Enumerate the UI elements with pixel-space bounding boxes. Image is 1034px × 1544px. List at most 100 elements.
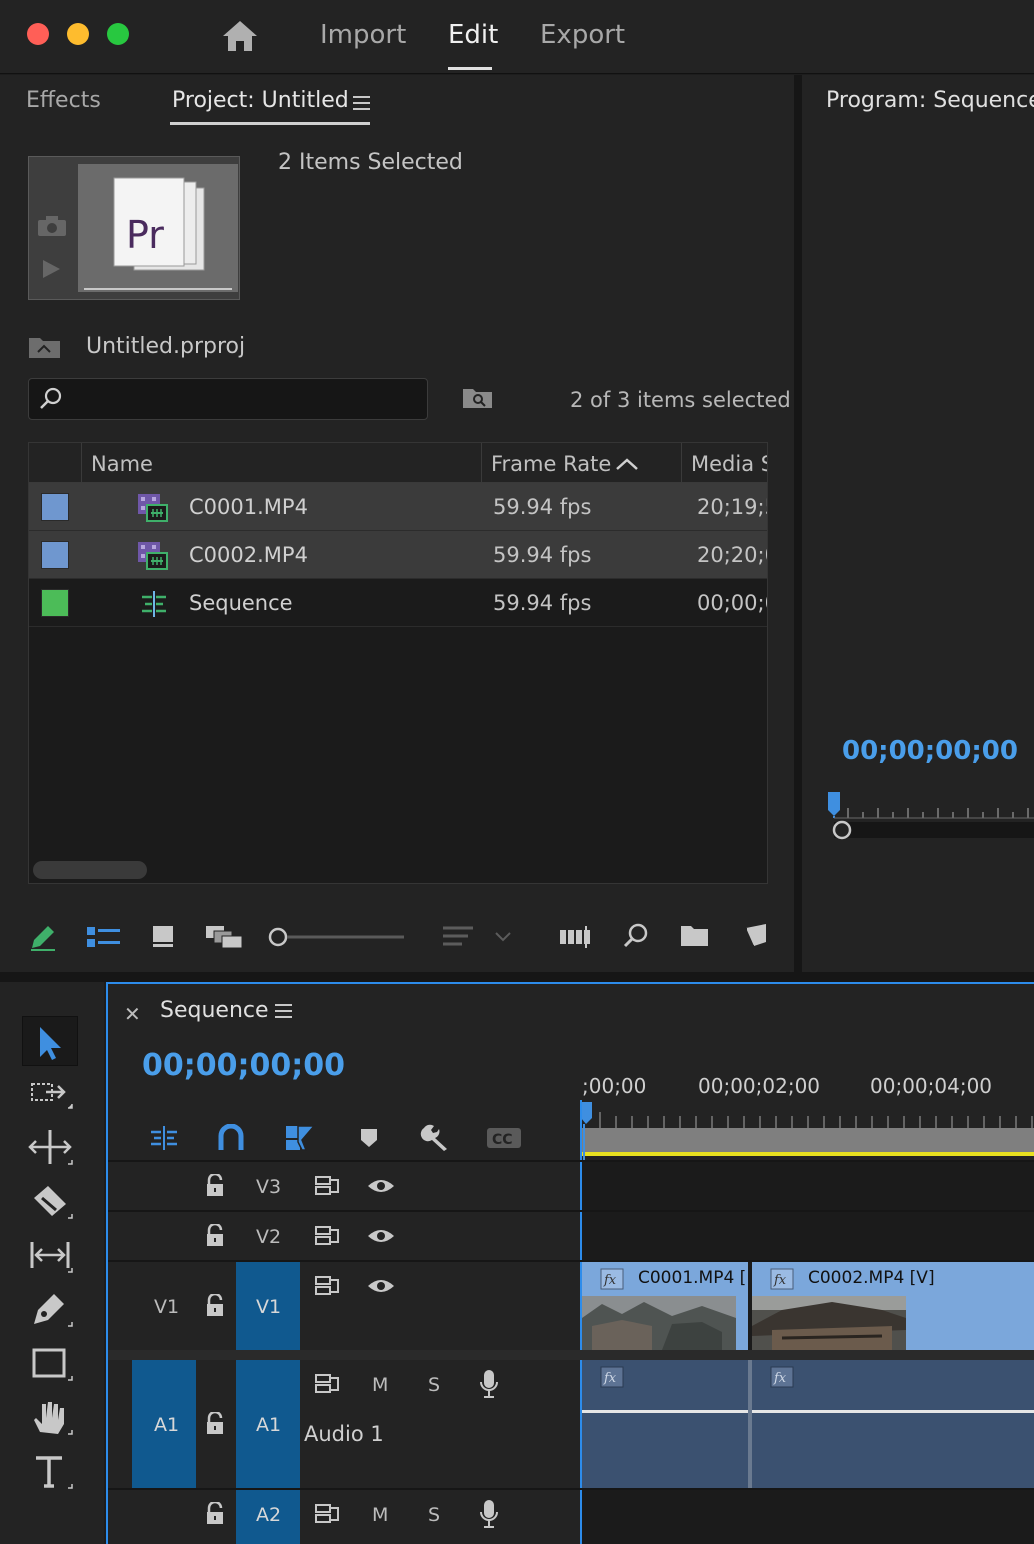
title-bar [0, 0, 1034, 74]
ripple-edit-tool[interactable] [22, 1122, 78, 1172]
sync-lock-icon[interactable] [314, 1174, 342, 1198]
edit-point[interactable] [748, 1262, 752, 1350]
find-icon[interactable] [622, 922, 650, 950]
audio-volume-line[interactable] [752, 1410, 1034, 1413]
mute-track-button[interactable]: M [372, 1374, 388, 1396]
new-bin-icon[interactable] [680, 924, 710, 948]
audio-volume-line[interactable] [582, 1410, 748, 1413]
solo-track-button[interactable]: S [428, 1374, 440, 1396]
new-item-icon[interactable] [742, 922, 770, 948]
eye-icon[interactable] [366, 1276, 396, 1296]
track-label-v1[interactable]: V1 [256, 1296, 281, 1318]
play-icon[interactable] [40, 258, 62, 280]
automate-to-sequence-icon[interactable] [558, 924, 592, 950]
sequence-timecode[interactable]: 00;00;00;00 [142, 1048, 345, 1083]
track-label-v2[interactable]: V2 [256, 1226, 281, 1248]
razor-tool[interactable] [22, 1176, 78, 1226]
lock-icon[interactable] [204, 1502, 226, 1526]
lock-icon[interactable] [204, 1412, 226, 1436]
microphone-icon[interactable] [478, 1368, 500, 1400]
nav-export[interactable]: Export [540, 20, 625, 50]
nav-import[interactable]: Import [320, 20, 406, 50]
sort-ascending-icon[interactable] [615, 457, 639, 471]
column-media-start[interactable]: Media S [691, 452, 767, 476]
label-color-chip[interactable] [41, 589, 69, 617]
svg-text:fx: fx [603, 1273, 617, 1288]
sort-icons-icon[interactable] [440, 924, 516, 950]
linked-selection-icon[interactable] [284, 1122, 318, 1152]
camera-icon[interactable] [36, 214, 68, 238]
home-icon[interactable] [220, 18, 260, 54]
timeline-settings-wrench-icon[interactable] [420, 1122, 452, 1152]
timeline-ruler[interactable] [580, 1100, 1034, 1160]
snap-icon[interactable] [216, 1124, 246, 1152]
bin-row-c0002[interactable]: C0002.MP4 59.94 fps 20;20;0 [29, 531, 767, 579]
selection-tool[interactable] [22, 1016, 78, 1066]
sequence-tab[interactable]: Sequence [160, 998, 269, 1023]
type-tool[interactable] [22, 1446, 78, 1496]
thumbnail-scrub-bar[interactable] [84, 288, 232, 290]
lock-icon[interactable] [204, 1294, 226, 1318]
panel-menu-icon[interactable] [352, 94, 372, 112]
add-marker-icon[interactable] [356, 1126, 382, 1150]
track-label-v3[interactable]: V3 [256, 1176, 281, 1198]
items-selected-info: 2 of 3 items selected [570, 388, 791, 412]
track-name-audio-1[interactable]: Audio 1 [304, 1422, 384, 1446]
solo-track-button[interactable]: S [428, 1504, 440, 1526]
pen-tool[interactable] [22, 1284, 78, 1334]
lock-icon[interactable] [204, 1224, 226, 1248]
panel-divider[interactable] [0, 972, 1034, 982]
bin-row-c0001[interactable]: C0001.MP4 59.94 fps 20;19;5 [29, 483, 767, 531]
microphone-icon[interactable] [478, 1498, 500, 1530]
track-select-forward-tool[interactable] [22, 1068, 78, 1118]
slip-tool[interactable] [22, 1230, 78, 1280]
horizontal-scrollbar[interactable] [33, 861, 147, 879]
minimize-window-button[interactable] [67, 23, 89, 45]
list-view-icon[interactable] [86, 924, 122, 950]
bin-row-frame-rate: 59.94 fps [493, 543, 592, 567]
label-color-chip[interactable] [41, 493, 69, 521]
label-color-chip[interactable] [41, 541, 69, 569]
folder-up-icon[interactable] [28, 336, 62, 360]
mute-track-button[interactable]: M [372, 1504, 388, 1526]
panel-divider[interactable] [794, 75, 802, 972]
nav-edit[interactable]: Edit [448, 20, 498, 50]
sync-lock-icon[interactable] [314, 1372, 342, 1396]
video-audio-divider[interactable] [108, 1350, 1034, 1360]
ruler-label: 00;00;04;00 [870, 1074, 993, 1098]
sequence-menu-icon[interactable] [274, 1002, 294, 1020]
rectangle-tool[interactable] [22, 1338, 78, 1388]
freeform-view-icon[interactable] [204, 924, 244, 950]
close-sequence-icon[interactable]: ✕ [124, 1002, 141, 1026]
lock-icon[interactable] [204, 1174, 226, 1198]
video-clip-icon [137, 541, 169, 571]
program-monitor-title[interactable]: Program: Sequence [826, 88, 1034, 113]
sync-lock-icon[interactable] [314, 1224, 342, 1248]
sync-lock-icon[interactable] [314, 1274, 342, 1298]
find-bin-icon[interactable] [462, 386, 494, 410]
bin-row-sequence[interactable]: Sequence 59.94 fps 00;00;0 [29, 579, 767, 627]
program-scrubber[interactable] [826, 790, 1034, 842]
column-frame-rate[interactable]: Frame Rate [491, 452, 611, 476]
nest-sequence-icon[interactable] [148, 1124, 180, 1152]
hand-tool[interactable] [22, 1392, 78, 1442]
tab-project[interactable]: Project: Untitled [172, 88, 349, 113]
eye-icon[interactable] [366, 1176, 396, 1196]
captions-icon[interactable]: CC [486, 1126, 522, 1150]
bin-header: Name Frame Rate Media S [29, 443, 767, 483]
svg-text:Pr: Pr [126, 213, 164, 257]
audio-clip-c0002[interactable] [752, 1360, 1034, 1488]
program-timecode[interactable]: 00;00;00;00 [842, 736, 1018, 766]
tab-effects[interactable]: Effects [26, 88, 101, 113]
pencil-icon[interactable] [28, 922, 58, 952]
source-patch-v1[interactable]: V1 [154, 1296, 179, 1318]
icon-view-icon[interactable] [150, 924, 178, 950]
track-label-a2: A2 [256, 1504, 282, 1526]
sync-lock-icon[interactable] [314, 1502, 342, 1526]
eye-icon[interactable] [366, 1226, 396, 1246]
column-name[interactable]: Name [91, 452, 153, 476]
zoom-window-button[interactable] [107, 23, 129, 45]
zoom-slider[interactable] [268, 926, 408, 948]
close-window-button[interactable] [27, 23, 49, 45]
search-input[interactable] [28, 378, 428, 420]
